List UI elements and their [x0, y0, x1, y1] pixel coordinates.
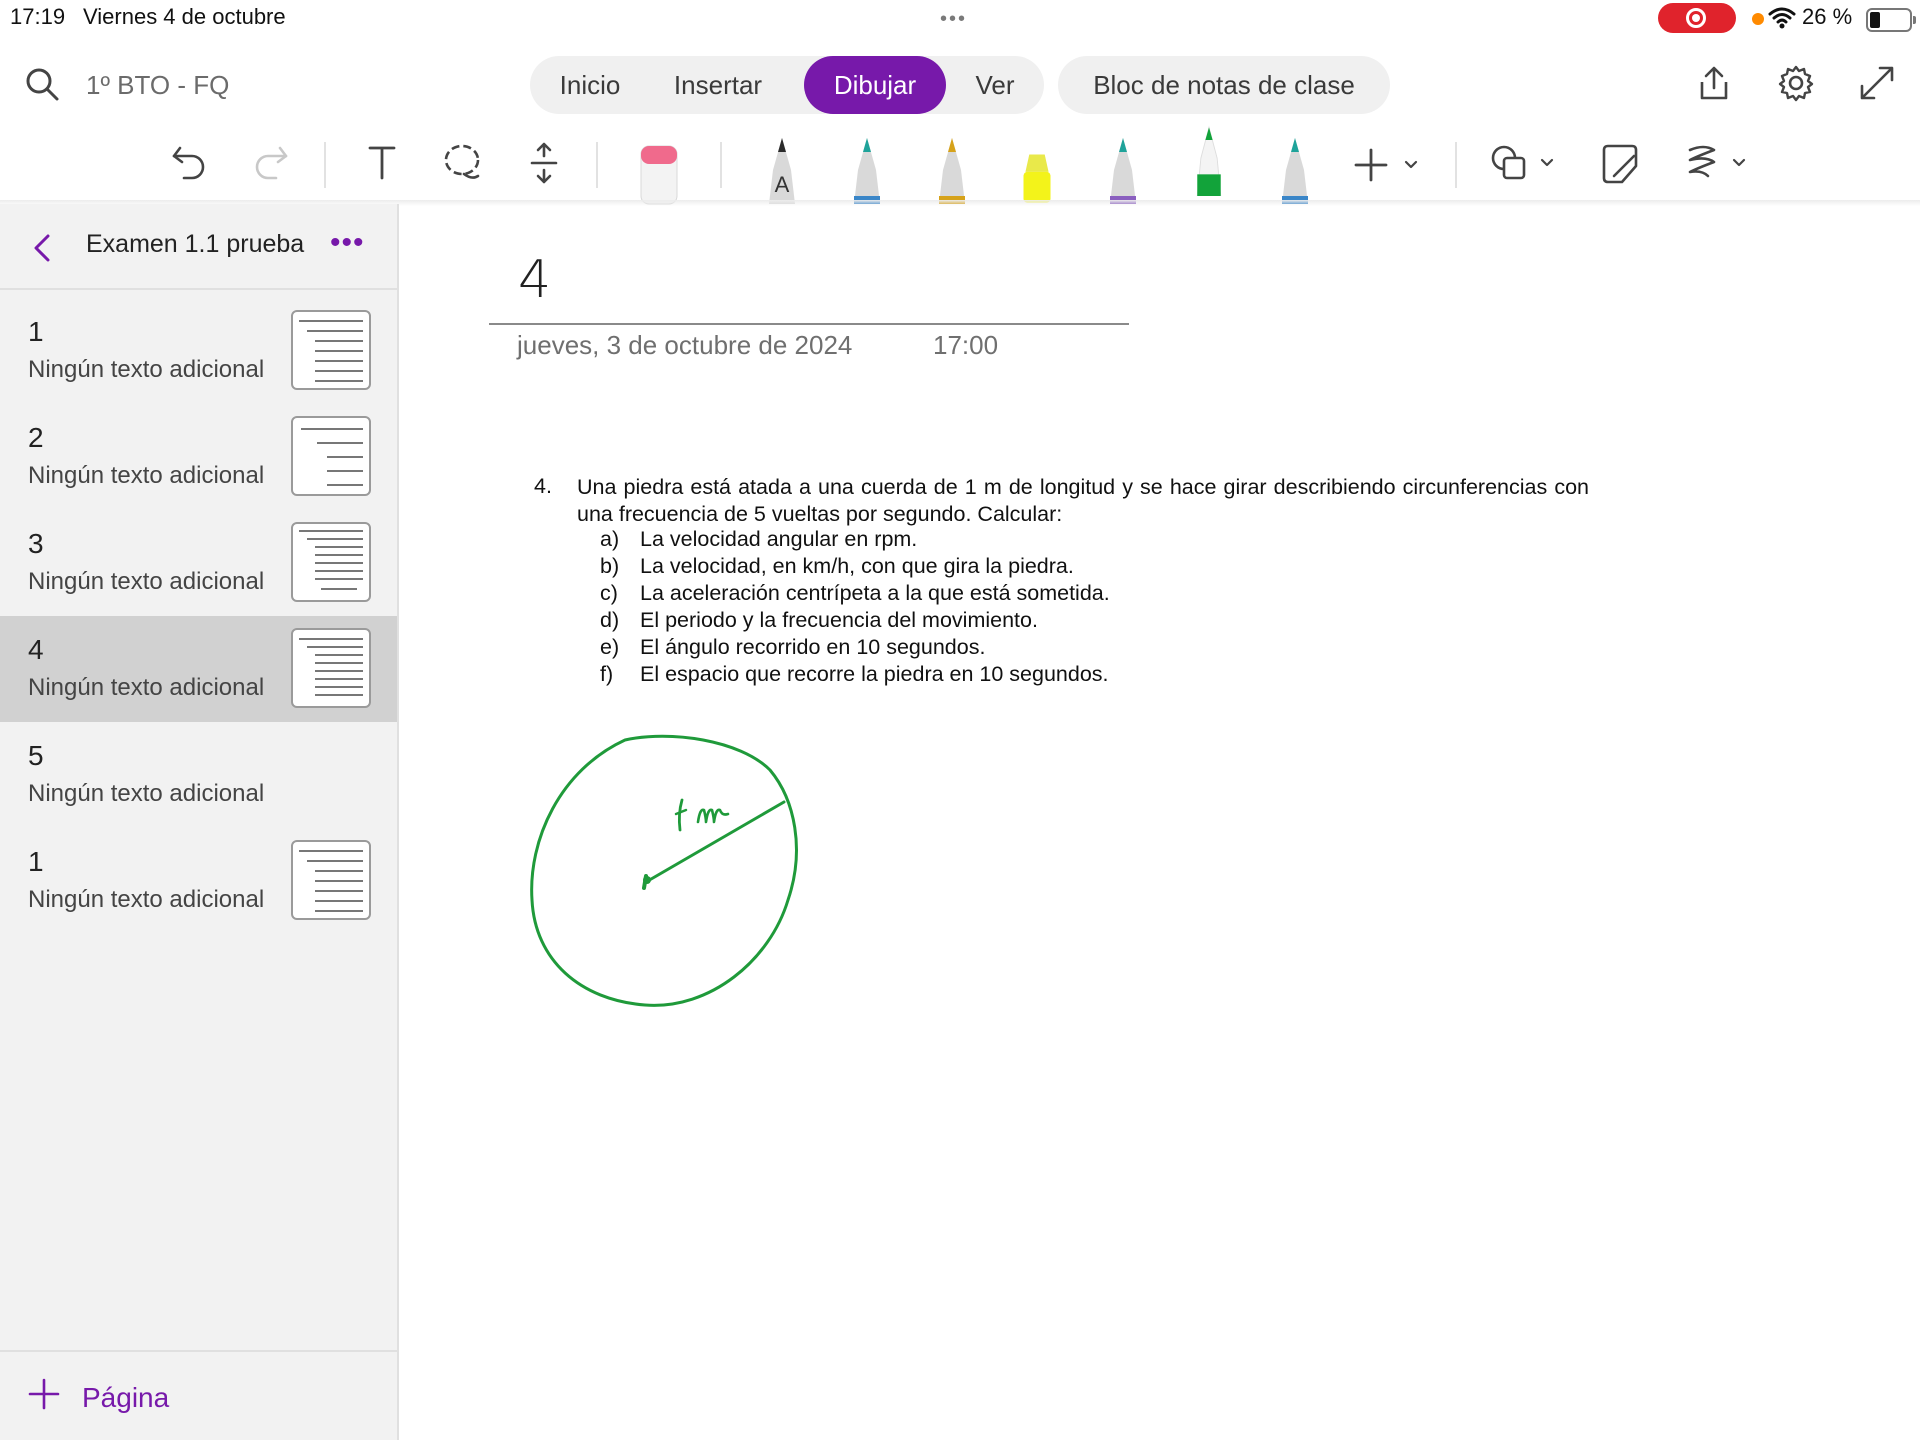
page-number: 1 [28, 316, 44, 347]
item-text: El espacio que recorre la piedra en 10 s… [640, 662, 1109, 686]
back-chevron-icon[interactable] [30, 230, 54, 266]
undo-icon[interactable] [170, 142, 210, 182]
page-number: 4 [28, 634, 44, 665]
battery-percentage: 26 % [1802, 4, 1853, 29]
pages-sidebar: Examen 1.1 prueba ••• 1 Ningún texto adi… [0, 204, 399, 1440]
item-letter: d) [600, 608, 620, 632]
page-number: 5 [28, 740, 44, 771]
tab-insertar[interactable]: Insertar [652, 56, 784, 114]
question-text: Una piedra está atada a una cuerda de 1 … [577, 475, 1589, 526]
fullscreen-icon[interactable] [1858, 64, 1896, 102]
item-text: La velocidad, en km/h, con que gira la p… [640, 554, 1074, 578]
add-pen-icon[interactable] [1354, 148, 1422, 182]
page-subtitle: Ningún texto adicional [28, 780, 265, 807]
record-icon [1686, 8, 1706, 28]
page-list-item[interactable]: 1 Ningún texto adicional [0, 298, 397, 404]
screen-recording-indicator[interactable] [1658, 3, 1736, 33]
settings-gear-icon[interactable] [1777, 64, 1815, 102]
ink-to-shape-icon[interactable] [1598, 142, 1642, 186]
page-subtitle: Ningún texto adicional [28, 886, 265, 913]
text-icon[interactable] [362, 142, 402, 182]
page-thumbnail [291, 840, 371, 920]
highlighter-yellow[interactable] [1010, 130, 1064, 204]
battery-icon [1866, 8, 1916, 32]
search-icon[interactable] [24, 66, 60, 102]
pen-green-selected[interactable] [1182, 122, 1236, 196]
page-subtitle: Ningún texto adicional [28, 674, 265, 701]
status-bar: 17:19 Viernes 4 de octubre ••• 26 % [0, 0, 1920, 36]
page-list-item[interactable]: 5 Ningún texto adicional [0, 722, 397, 828]
page-subtitle: Ningún texto adicional [28, 356, 265, 383]
page-number: 3 [28, 528, 44, 559]
status-date: Viernes 4 de octubre [83, 4, 286, 29]
shapes-icon[interactable] [1490, 142, 1558, 184]
page-subtitle: Ningún texto adicional [28, 568, 265, 595]
title-underline [489, 323, 1129, 325]
page-title[interactable]: 4 [518, 250, 551, 310]
draw-toolbar: A [0, 120, 1920, 205]
tab-inicio[interactable]: Inicio [530, 56, 650, 114]
ribbon-tabs: Inicio Insertar Dibujar Ver [530, 56, 1044, 114]
wifi-icon [1768, 7, 1796, 29]
page-list-item[interactable]: 1 Ningún texto adicional [0, 828, 397, 934]
item-text: El periodo y la frecuencia del movimient… [640, 608, 1038, 632]
item-letter: a) [600, 527, 620, 551]
page-number: 1 [28, 846, 44, 877]
page-thumbnail [291, 522, 371, 602]
tab-class-notebook[interactable]: Bloc de notas de clase [1058, 56, 1390, 114]
lasso-select-icon[interactable] [442, 142, 484, 184]
item-letter: b) [600, 554, 620, 578]
pen-teal-2[interactable] [1096, 130, 1150, 204]
page-list-item[interactable]: 3 Ningún texto adicional [0, 510, 397, 616]
page-subtitle: Ningún texto adicional [28, 462, 265, 489]
pen-black[interactable]: A [755, 130, 809, 204]
page-thumbnail [291, 628, 371, 708]
page-list-item[interactable]: 2 Ningún texto adicional [0, 404, 397, 510]
more-options-icon[interactable]: ••• [330, 226, 365, 260]
multitask-handle[interactable]: ••• [940, 8, 967, 31]
ink-drawing-circle[interactable] [520, 730, 810, 1020]
tab-ver[interactable]: Ver [950, 56, 1040, 114]
share-icon[interactable] [1696, 64, 1732, 104]
plus-icon [28, 1378, 60, 1410]
item-letter: c) [600, 581, 618, 605]
item-text: La aceleración centrípeta a la que está … [640, 581, 1110, 605]
page-time: 17:00 [933, 330, 999, 360]
page-number: 2 [28, 422, 44, 453]
pen-gold[interactable] [925, 130, 979, 204]
item-letter: f) [600, 662, 614, 686]
page-thumbnail [291, 310, 371, 390]
status-time: 17:19 [10, 4, 66, 29]
page-list-item-selected[interactable]: 4 Ningún texto adicional [0, 616, 397, 722]
item-text: La velocidad angular en rpm. [640, 527, 918, 551]
add-page-label: Página [82, 1382, 170, 1413]
ink-replay-icon[interactable] [1684, 142, 1752, 186]
item-letter: e) [600, 635, 620, 659]
microphone-indicator [1752, 13, 1764, 25]
tab-dibujar[interactable]: Dibujar [804, 56, 946, 114]
pen-teal-3[interactable] [1268, 130, 1322, 204]
section-title[interactable]: Examen 1.1 prueba [86, 230, 304, 259]
add-space-icon[interactable] [524, 142, 564, 184]
section-header: Examen 1.1 prueba ••• [0, 204, 397, 290]
item-text: El ángulo recorrido en 10 segundos. [640, 635, 986, 659]
redo-icon[interactable] [250, 142, 290, 182]
page-date: jueves, 3 de octubre de 2024 [517, 330, 853, 360]
notebook-name[interactable]: 1º BTO - FQ [86, 70, 229, 101]
page-thumbnail [291, 416, 371, 496]
pen-teal[interactable] [840, 130, 894, 204]
add-page-button[interactable]: Página [0, 1350, 397, 1442]
svg-text:A: A [775, 172, 790, 197]
question-number: 4. [534, 474, 552, 498]
